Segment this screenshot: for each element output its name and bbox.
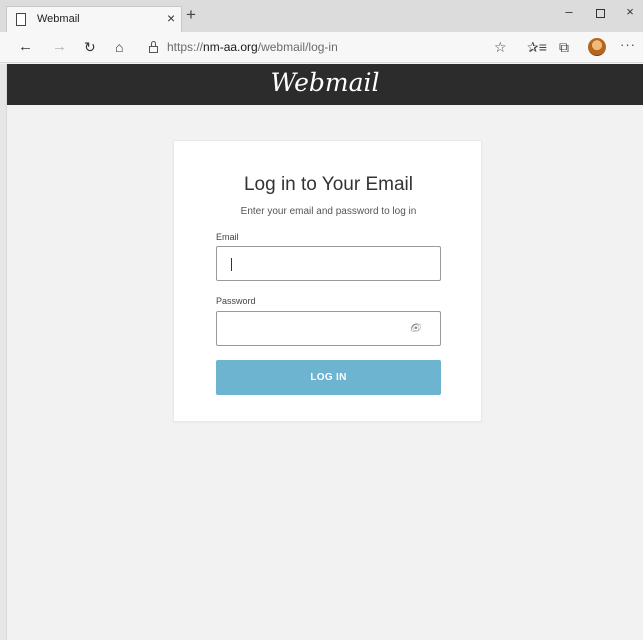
address-bar[interactable]: https://nm-aa.org/webmail/log-in [167, 40, 338, 54]
password-field[interactable] [216, 311, 441, 346]
favorites-icon[interactable]: ✰≡ [527, 38, 547, 56]
forward-button[interactable]: → [52, 38, 67, 56]
more-icon[interactable]: ··· [620, 37, 636, 52]
page-icon [16, 13, 26, 26]
maximize-icon [595, 9, 605, 18]
home-button[interactable]: ⌂ [115, 38, 123, 56]
url-prefix: https:// [167, 40, 204, 54]
browser-tab[interactable]: Webmail × [6, 6, 182, 32]
window-close-button[interactable]: × [610, 4, 643, 24]
star-icon[interactable]: ☆ [494, 38, 507, 56]
email-field[interactable] [216, 246, 441, 281]
browser-tab-strip: Webmail × + – × [0, 0, 643, 32]
lock-icon[interactable] [149, 41, 158, 53]
url-path: /webmail/log-in [257, 40, 338, 54]
text-cursor [231, 258, 232, 271]
back-button[interactable]: ← [18, 38, 33, 56]
brand-logo: Webmail [270, 68, 380, 97]
login-card: Log in to Your Email Enter your email an… [173, 140, 482, 422]
url-host: nm-aa.org [203, 40, 258, 54]
page-left-edge [0, 64, 7, 640]
email-label: Email [216, 232, 239, 242]
collections-icon[interactable]: ⧉ [559, 38, 569, 56]
refresh-button[interactable]: ↻ [84, 38, 96, 56]
site-header: Webmail [7, 64, 643, 105]
new-tab-button[interactable]: + [186, 6, 196, 23]
login-title: Log in to Your Email [243, 174, 413, 195]
browser-toolbar: ← → ↻ ⌂ https://nm-aa.org/webmail/log-in… [0, 32, 643, 63]
profile-avatar[interactable] [588, 38, 606, 56]
tab-close-icon[interactable]: × [167, 10, 175, 26]
login-subtitle: Enter your email and password to log in [240, 206, 417, 217]
login-button[interactable]: LOG IN [216, 360, 441, 395]
password-label: Password [216, 296, 256, 306]
tab-title: Webmail [37, 13, 80, 25]
